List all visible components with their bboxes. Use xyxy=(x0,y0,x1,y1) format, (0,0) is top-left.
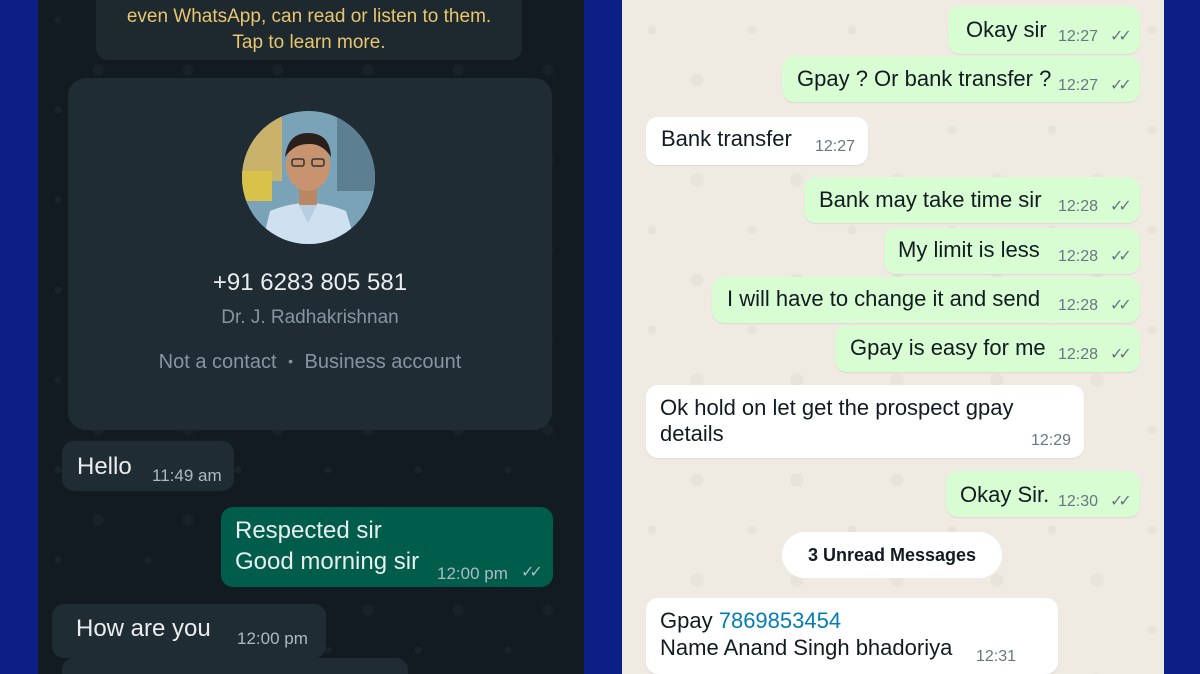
message-text-line1: Gpay 7869853454 xyxy=(660,608,841,634)
message-bubble-outgoing[interactable]: My limit is less 12:28 ✓✓ xyxy=(884,228,1140,274)
message-time: 12:30 xyxy=(1058,493,1099,510)
message-time: 12:00 pm xyxy=(237,629,308,648)
double-check-icon: ✓✓ xyxy=(521,564,543,581)
separator-dot: • xyxy=(288,353,293,369)
message-time: 12:28 xyxy=(1058,346,1099,363)
message-time: 12:29 xyxy=(1031,432,1072,449)
account-type: Business account xyxy=(304,351,462,373)
message-bubble-incoming[interactable]: Gpay 7869853454 Name Anand Singh bhadori… xyxy=(646,598,1058,674)
message-bubble-outgoing[interactable]: Bank may take time sir 12:28 ✓✓ xyxy=(804,177,1140,223)
message-bubble-outgoing[interactable]: I will have to change it and send 12:28 … xyxy=(712,277,1140,323)
message-text-line2: details xyxy=(660,421,724,446)
double-check-icon: ✓✓ xyxy=(1110,28,1132,45)
message-time: 12:31 xyxy=(976,648,1017,665)
message-bubble-incoming[interactable]: Ok hold on let get the prospect gpay det… xyxy=(646,385,1084,458)
message-text: How are you xyxy=(76,615,211,642)
message-text-line2: Good morning sir xyxy=(235,548,420,575)
chat-screenshot-dark: even WhatsApp, can read or listen to the… xyxy=(38,0,584,674)
message-bubble-outgoing[interactable]: Gpay is easy for me 12:28 ✓✓ xyxy=(835,326,1140,372)
message-text: Gpay ? Or bank transfer ? xyxy=(797,66,1052,91)
message-bubble-incoming[interactable]: Bank transfer 12:27 xyxy=(646,117,868,165)
double-check-icon: ✓✓ xyxy=(1110,77,1132,94)
double-check-icon: ✓✓ xyxy=(1110,297,1132,314)
phone-number-link[interactable]: 7869853454 xyxy=(719,608,841,633)
message-bubble-incoming-partial[interactable] xyxy=(62,658,408,674)
double-check-icon: ✓✓ xyxy=(1110,493,1132,510)
message-text: Gpay is easy for me xyxy=(850,335,1046,360)
avatar[interactable] xyxy=(242,111,375,244)
message-time: 12:27 xyxy=(815,138,856,155)
contact-meta: Not a contact • Business account xyxy=(68,351,552,374)
encryption-notice[interactable]: even WhatsApp, can read or listen to the… xyxy=(96,0,522,60)
message-bubble-outgoing[interactable]: Okay Sir. 12:30 ✓✓ xyxy=(946,471,1140,517)
contact-info-card: +91 6283 805 581 Dr. J. Radhakrishnan No… xyxy=(68,78,552,430)
message-text: Okay sir xyxy=(966,17,1047,42)
unread-messages-divider: 3 Unread Messages xyxy=(782,532,1002,578)
message-bubble-outgoing[interactable]: Okay sir 12:27 ✓✓ xyxy=(948,6,1140,54)
message-bubble-outgoing[interactable]: Respected sir Good morning sir 12:00 pm … xyxy=(221,507,553,587)
message-time: 12:28 xyxy=(1058,198,1099,215)
message-text: I will have to change it and send xyxy=(727,286,1041,311)
message-prefix: Gpay xyxy=(660,608,713,633)
message-time: 12:28 xyxy=(1058,297,1099,314)
double-check-icon: ✓✓ xyxy=(1110,346,1132,363)
encryption-notice-link[interactable]: Tap to learn more. xyxy=(96,30,522,56)
message-text: Bank may take time sir xyxy=(819,187,1042,212)
message-text: Okay Sir. xyxy=(960,482,1050,507)
encryption-notice-line1: even WhatsApp, can read or listen to the… xyxy=(126,6,492,27)
message-text-line1: Respected sir xyxy=(235,517,382,544)
message-bubble-outgoing[interactable]: Gpay ? Or bank transfer ? 12:27 ✓✓ xyxy=(782,56,1140,102)
message-text-line2: Name Anand Singh bhadoriya xyxy=(660,635,953,660)
contact-phone-number: +91 6283 805 581 xyxy=(212,269,408,296)
chat-screenshot-light: Okay sir 12:27 ✓✓ Gpay ? Or bank transfe… xyxy=(622,0,1164,674)
double-check-icon: ✓✓ xyxy=(1110,248,1132,265)
message-time: 12:28 xyxy=(1058,248,1099,265)
message-text: My limit is less xyxy=(898,237,1040,262)
contact-status: Not a contact xyxy=(158,351,277,373)
double-check-icon: ✓✓ xyxy=(1110,198,1132,215)
message-bubble-incoming[interactable]: Hello 11:49 am xyxy=(62,441,234,491)
message-time: 12:27 xyxy=(1058,28,1099,45)
message-text: Bank transfer xyxy=(661,126,792,151)
message-time: 11:49 am xyxy=(152,466,222,485)
message-time: 12:27 xyxy=(1058,77,1099,94)
message-bubble-incoming[interactable]: How are you 12:00 pm xyxy=(52,604,326,658)
contact-display-name: Dr. J. Radhakrishnan xyxy=(221,307,399,328)
message-text-line1: Ok hold on let get the prospect gpay xyxy=(660,395,1014,420)
message-text: Hello xyxy=(77,453,132,480)
message-time: 12:00 pm xyxy=(437,564,508,583)
profile-photo xyxy=(242,111,375,244)
